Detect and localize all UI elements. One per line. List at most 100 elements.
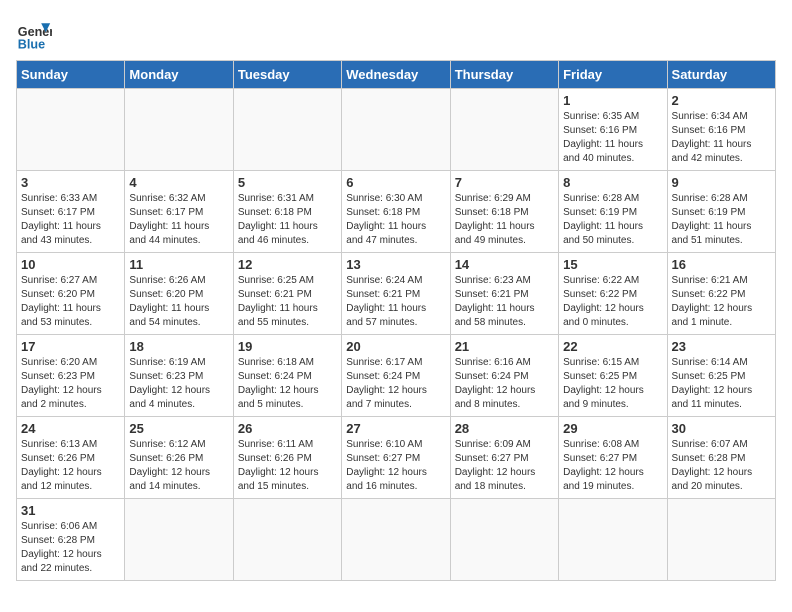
weekday-header: Thursday [450, 61, 558, 89]
day-number: 24 [21, 421, 120, 436]
calendar-cell: 11 Sunrise: 6:26 AM Sunset: 6:20 PM Dayli… [125, 253, 233, 335]
day-info: Sunrise: 6:21 AM Sunset: 6:22 PM Dayligh… [672, 274, 771, 330]
day-info: Sunrise: 6:08 AM Sunset: 6:27 PM Dayligh… [563, 438, 662, 494]
day-number: 17 [21, 339, 120, 354]
calendar-cell [233, 89, 341, 171]
day-info: Sunrise: 6:12 AM Sunset: 6:26 PM Dayligh… [129, 438, 228, 494]
calendar-cell [342, 89, 450, 171]
calendar-cell: 31 Sunrise: 6:06 AM Sunset: 6:28 PM Dayli… [17, 499, 125, 581]
page-container: General Blue SundayMondayTuesdayWednesda… [16, 16, 776, 581]
calendar-week-row: 31 Sunrise: 6:06 AM Sunset: 6:28 PM Dayli… [17, 499, 776, 581]
calendar-cell: 26Sunrise: 6:11 AM Sunset: 6:26 PM Dayli… [233, 417, 341, 499]
day-number: 19 [238, 339, 337, 354]
weekday-header: Tuesday [233, 61, 341, 89]
day-number: 22 [563, 339, 662, 354]
calendar-cell: 1 Sunrise: 6:35 AM Sunset: 6:16 PM Daylig… [559, 89, 667, 171]
day-info: Sunrise: 6:10 AM Sunset: 6:27 PM Dayligh… [346, 438, 445, 494]
calendar-cell: 10 Sunrise: 6:27 AM Sunset: 6:20 PM Dayli… [17, 253, 125, 335]
day-number: 16 [672, 257, 771, 272]
day-info: Sunrise: 6:27 AM Sunset: 6:20 PM Dayligh… [21, 274, 120, 330]
day-info: Sunrise: 6:18 AM Sunset: 6:24 PM Dayligh… [238, 356, 337, 412]
day-number: 29 [563, 421, 662, 436]
calendar-cell: 15 Sunrise: 6:22 AM Sunset: 6:22 PM Dayli… [559, 253, 667, 335]
calendar-cell: 29 Sunrise: 6:08 AM Sunset: 6:27 PM Dayli… [559, 417, 667, 499]
day-info: Sunrise: 6:35 AM Sunset: 6:16 PM Dayligh… [563, 110, 662, 166]
weekday-header: Wednesday [342, 61, 450, 89]
calendar-cell: 13 Sunrise: 6:24 AM Sunset: 6:21 PM Dayli… [342, 253, 450, 335]
calendar-cell: 19 Sunrise: 6:18 AM Sunset: 6:24 PM Dayli… [233, 335, 341, 417]
day-number: 15 [563, 257, 662, 272]
calendar-cell: 3Sunrise: 6:33 AM Sunset: 6:17 PM Daylig… [17, 171, 125, 253]
day-number: 31 [21, 503, 120, 518]
day-number: 1 [563, 93, 662, 108]
day-info: Sunrise: 6:28 AM Sunset: 6:19 PM Dayligh… [672, 192, 771, 248]
calendar-cell [450, 499, 558, 581]
day-info: Sunrise: 6:30 AM Sunset: 6:18 PM Dayligh… [346, 192, 445, 248]
day-info: Sunrise: 6:17 AM Sunset: 6:24 PM Dayligh… [346, 356, 445, 412]
day-number: 13 [346, 257, 445, 272]
calendar-week-row: 3Sunrise: 6:33 AM Sunset: 6:17 PM Daylig… [17, 171, 776, 253]
calendar-week-row: 1 Sunrise: 6:35 AM Sunset: 6:16 PM Daylig… [17, 89, 776, 171]
calendar-cell: 25 Sunrise: 6:12 AM Sunset: 6:26 PM Dayli… [125, 417, 233, 499]
calendar-cell: 21Sunrise: 6:16 AM Sunset: 6:24 PM Dayli… [450, 335, 558, 417]
day-info: Sunrise: 6:22 AM Sunset: 6:22 PM Dayligh… [563, 274, 662, 330]
day-number: 2 [672, 93, 771, 108]
day-number: 8 [563, 175, 662, 190]
calendar-cell: 9Sunrise: 6:28 AM Sunset: 6:19 PM Daylig… [667, 171, 775, 253]
day-info: Sunrise: 6:06 AM Sunset: 6:28 PM Dayligh… [21, 520, 120, 576]
calendar-cell: 20 Sunrise: 6:17 AM Sunset: 6:24 PM Dayli… [342, 335, 450, 417]
day-info: Sunrise: 6:20 AM Sunset: 6:23 PM Dayligh… [21, 356, 120, 412]
day-number: 4 [129, 175, 228, 190]
day-number: 20 [346, 339, 445, 354]
calendar-cell [125, 89, 233, 171]
day-number: 12 [238, 257, 337, 272]
calendar-cell: 2 Sunrise: 6:34 AM Sunset: 6:16 PM Daylig… [667, 89, 775, 171]
weekday-header: Friday [559, 61, 667, 89]
day-info: Sunrise: 6:15 AM Sunset: 6:25 PM Dayligh… [563, 356, 662, 412]
calendar-cell: 8 Sunrise: 6:28 AM Sunset: 6:19 PM Daylig… [559, 171, 667, 253]
day-info: Sunrise: 6:32 AM Sunset: 6:17 PM Dayligh… [129, 192, 228, 248]
calendar-cell: 17 Sunrise: 6:20 AM Sunset: 6:23 PM Dayli… [17, 335, 125, 417]
day-info: Sunrise: 6:24 AM Sunset: 6:21 PM Dayligh… [346, 274, 445, 330]
day-number: 11 [129, 257, 228, 272]
calendar-cell [125, 499, 233, 581]
day-number: 27 [346, 421, 445, 436]
day-info: Sunrise: 6:28 AM Sunset: 6:19 PM Dayligh… [563, 192, 662, 248]
calendar-cell: 12 Sunrise: 6:25 AM Sunset: 6:21 PM Dayli… [233, 253, 341, 335]
day-info: Sunrise: 6:14 AM Sunset: 6:25 PM Dayligh… [672, 356, 771, 412]
calendar-cell [667, 499, 775, 581]
day-info: Sunrise: 6:09 AM Sunset: 6:27 PM Dayligh… [455, 438, 554, 494]
weekday-header: Sunday [17, 61, 125, 89]
day-info: Sunrise: 6:34 AM Sunset: 6:16 PM Dayligh… [672, 110, 771, 166]
day-number: 14 [455, 257, 554, 272]
weekday-header: Saturday [667, 61, 775, 89]
day-info: Sunrise: 6:31 AM Sunset: 6:18 PM Dayligh… [238, 192, 337, 248]
calendar-cell: 23 Sunrise: 6:14 AM Sunset: 6:25 PM Dayli… [667, 335, 775, 417]
day-number: 30 [672, 421, 771, 436]
day-info: Sunrise: 6:26 AM Sunset: 6:20 PM Dayligh… [129, 274, 228, 330]
day-info: Sunrise: 6:07 AM Sunset: 6:28 PM Dayligh… [672, 438, 771, 494]
day-number: 26 [238, 421, 337, 436]
calendar-cell: 27 Sunrise: 6:10 AM Sunset: 6:27 PM Dayli… [342, 417, 450, 499]
calendar-cell: 18Sunrise: 6:19 AM Sunset: 6:23 PM Dayli… [125, 335, 233, 417]
day-number: 25 [129, 421, 228, 436]
calendar-cell: 24Sunrise: 6:13 AM Sunset: 6:26 PM Dayli… [17, 417, 125, 499]
calendar-cell [233, 499, 341, 581]
logo-icon: General Blue [16, 16, 52, 52]
day-number: 23 [672, 339, 771, 354]
calendar-cell: 5Sunrise: 6:31 AM Sunset: 6:18 PM Daylig… [233, 171, 341, 253]
weekday-header-row: SundayMondayTuesdayWednesdayThursdayFrid… [17, 61, 776, 89]
calendar-week-row: 24Sunrise: 6:13 AM Sunset: 6:26 PM Dayli… [17, 417, 776, 499]
calendar-cell: 14Sunrise: 6:23 AM Sunset: 6:21 PM Dayli… [450, 253, 558, 335]
calendar-week-row: 17 Sunrise: 6:20 AM Sunset: 6:23 PM Dayli… [17, 335, 776, 417]
calendar-cell: 30 Sunrise: 6:07 AM Sunset: 6:28 PM Dayli… [667, 417, 775, 499]
calendar-cell [559, 499, 667, 581]
day-number: 21 [455, 339, 554, 354]
day-info: Sunrise: 6:25 AM Sunset: 6:21 PM Dayligh… [238, 274, 337, 330]
day-number: 6 [346, 175, 445, 190]
calendar-cell: 16 Sunrise: 6:21 AM Sunset: 6:22 PM Dayli… [667, 253, 775, 335]
weekday-header: Monday [125, 61, 233, 89]
calendar-cell: 22 Sunrise: 6:15 AM Sunset: 6:25 PM Dayli… [559, 335, 667, 417]
day-number: 10 [21, 257, 120, 272]
day-number: 18 [129, 339, 228, 354]
